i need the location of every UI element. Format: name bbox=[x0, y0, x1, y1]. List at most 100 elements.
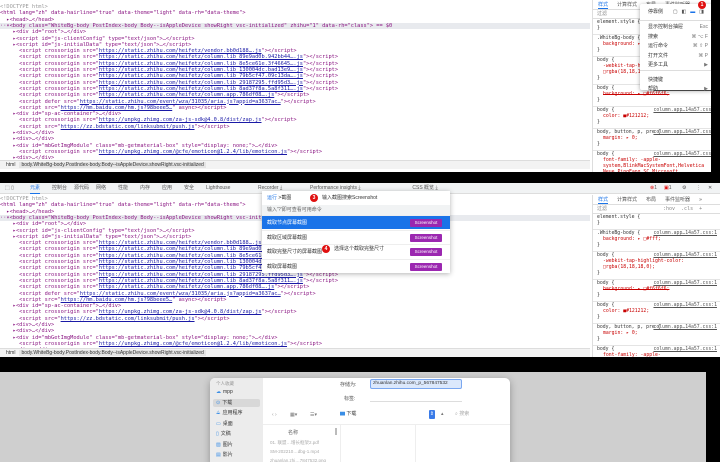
menu-item[interactable]: 帮助 ▶ bbox=[648, 85, 708, 93]
devtools-tab[interactable]: 网络 bbox=[96, 183, 106, 194]
resource-link[interactable]: https://zz.bdstatic.com/linksubmit/push.… bbox=[61, 124, 195, 130]
name-column-header[interactable]: 名称 bbox=[288, 429, 298, 436]
devtools-tab[interactable]: 控制台 bbox=[52, 183, 67, 194]
settings-gear-icon[interactable]: ⚙ bbox=[682, 183, 686, 194]
resource-link[interactable]: https://static.zhihu.com/heifetz/column.… bbox=[99, 92, 274, 98]
styles-tab[interactable]: 布局 bbox=[646, 195, 656, 204]
css-source-link[interactable]: column.app…14a57.css:1 bbox=[653, 347, 717, 353]
dom-node-markup: ▸<div>…</div> bbox=[0, 322, 55, 328]
css-source-link[interactable]: column.app…14a57.css:1 bbox=[653, 253, 717, 259]
menu-item[interactable]: 搜索 ⌘ ⌥ F bbox=[648, 33, 708, 41]
sidebar-item[interactable]: ▤ 影片 bbox=[213, 451, 260, 459]
expand-button[interactable]: ▴ bbox=[441, 411, 444, 417]
css-source-link[interactable]: column.app…14a57.css:1 bbox=[653, 325, 717, 331]
resource-link[interactable]: https://zz.bdstatic.com/linksubmit/push.… bbox=[61, 316, 195, 322]
css-property[interactable]: Neue,PingFang SC,Microsoft bbox=[597, 170, 711, 172]
resource-link[interactable]: https://unpkg.zhimg.com/@cfe/emoticon@1.… bbox=[99, 149, 287, 155]
resource-link[interactable]: https://static.zhihu.com/heifetz/vendor.… bbox=[99, 240, 262, 246]
resource-link[interactable]: https://static.zhihu.com/heifetz/column.… bbox=[99, 73, 303, 79]
filter-input[interactable]: 过滤 bbox=[597, 205, 657, 213]
command-item[interactable]: 截取区域屏幕截图 Screenshot bbox=[262, 229, 450, 244]
resource-link[interactable]: https://static.zhihu.com/heifetz/vendor.… bbox=[99, 48, 262, 54]
breadcrumb-body[interactable]: body.WhiteBg-body.PostIndex-body.Body--i… bbox=[19, 350, 206, 356]
sidebar-item[interactable]: ▭ 桌面 bbox=[213, 420, 260, 428]
css-source-link[interactable]: column.app…14a57.css:1 bbox=[653, 152, 711, 158]
devtools-tab[interactable]: Lighthouse bbox=[206, 183, 230, 194]
menu-item[interactable]: 更多工具 ▶ bbox=[648, 61, 708, 69]
cls-toggle[interactable]: .cls bbox=[681, 205, 693, 213]
resource-link[interactable]: https://static.zhihu.com/event/wza/31035… bbox=[80, 291, 281, 297]
resource-link[interactable]: https://static.zhihu.com/heifetz/column.… bbox=[99, 54, 303, 60]
back-forward-buttons[interactable]: ‹ › bbox=[272, 412, 277, 418]
close-icon[interactable]: ✕ bbox=[708, 183, 712, 194]
column-resize-handle[interactable] bbox=[335, 428, 337, 435]
view-mode-button[interactable]: ▦▾ bbox=[290, 412, 297, 418]
styles-tab[interactable]: 样式 bbox=[598, 0, 609, 9]
menu-item[interactable]: 打开文件 ⌘ P bbox=[648, 52, 708, 60]
resource-link[interactable]: https://static.zhihu.com/heifetz/column.… bbox=[99, 284, 274, 290]
resource-link[interactable]: https://hm.baidu.com/hm.js?98beee5… bbox=[61, 297, 173, 303]
css-source-link[interactable]: column.app…14a57.css:1 bbox=[653, 108, 711, 114]
devtools-tab[interactable]: 元素 bbox=[30, 183, 41, 194]
devtools-tab[interactable]: 安全 bbox=[184, 183, 194, 194]
resource-link[interactable]: https://static.zhihu.com/heifetz/column.… bbox=[99, 80, 303, 86]
sidebar-item[interactable]: ▯ 文稿 bbox=[213, 430, 260, 438]
resource-link[interactable]: https://unpkg.zhimg.com/@cfe/emoticon@1.… bbox=[99, 341, 287, 347]
styles-tab[interactable]: 计算样式 bbox=[617, 0, 637, 9]
tags-input[interactable] bbox=[370, 401, 462, 402]
menu-item[interactable]: 显示控制台抽屉 Esc bbox=[648, 23, 708, 31]
css-source-link[interactable]: column.app…14a57.css:1 bbox=[653, 281, 717, 287]
command-item[interactable]: 截取节点屏幕截图 Screenshot bbox=[262, 215, 450, 229]
group-button[interactable]: ☰▾ bbox=[310, 412, 317, 418]
screenshot-button[interactable]: Screenshot bbox=[410, 248, 442, 256]
save-as-input[interactable]: zhuanlan.zhihu.com_p_567847532 bbox=[370, 379, 462, 389]
css-source-link[interactable]: column.app…14a57.css:1 bbox=[653, 303, 717, 309]
warning-count[interactable]: ▣1 bbox=[664, 183, 672, 194]
error-count[interactable]: ⊗1 bbox=[650, 183, 657, 194]
screenshot-button[interactable]: Screenshot bbox=[410, 233, 442, 242]
new-rule-button[interactable]: + bbox=[699, 205, 702, 213]
search-field[interactable]: ⌕ 搜索 bbox=[455, 410, 507, 419]
resource-link[interactable]: https://hm.baidu.com/hm.js?98beee5… bbox=[61, 105, 173, 111]
breadcrumb-html[interactable]: html bbox=[6, 162, 15, 168]
devtools-tab[interactable]: 性能 bbox=[118, 183, 128, 194]
styles-filter[interactable]: 过滤 :hov .cls + bbox=[593, 205, 720, 214]
resource-link[interactable]: https://unpkg.zhimg.com/za-js-sdk@4.0.8/… bbox=[99, 309, 262, 315]
css-source-link[interactable]: column.app…14a57.css:1 bbox=[653, 231, 717, 237]
sidebar-item[interactable]: ▨ 图片 bbox=[213, 441, 260, 449]
styles-tab[interactable]: 样式 bbox=[598, 195, 609, 204]
devtools-tab[interactable]: 源代码 bbox=[74, 183, 89, 194]
styles-tab[interactable]: 计算样式 bbox=[617, 195, 637, 204]
sidebar-item[interactable]: ⊙ 下载 bbox=[213, 398, 260, 407]
dock-position-icons[interactable]: ▢◧▬◨ bbox=[673, 8, 708, 16]
file-item[interactable]: SM-202210…dbg-1.mp4 bbox=[270, 449, 319, 454]
css-property[interactable]: font-family: -apple- bbox=[597, 353, 716, 357]
resource-link[interactable]: https://static.zhihu.com/heifetz/column.… bbox=[99, 67, 303, 73]
resource-link[interactable]: https://unpkg.zhimg.com/za-js-sdk@4.0.8/… bbox=[99, 117, 262, 123]
location-popup[interactable]: ▆ 下载 ⇕ bbox=[340, 410, 435, 419]
sidebar-item[interactable]: ☁ mpp bbox=[213, 388, 260, 396]
styles-tab[interactable]: » bbox=[699, 195, 702, 204]
file-item[interactable]: zhuanlan.zhi…7847532.png bbox=[270, 458, 326, 462]
breadcrumb-body[interactable]: body.WhiteBg-body.PostIndex-body.Body--i… bbox=[19, 162, 206, 168]
resource-link[interactable]: https://static.zhihu.com/heifetz/column.… bbox=[99, 86, 303, 92]
inspect-element-icon[interactable]: ⬚ ▯ bbox=[5, 183, 14, 194]
hov-toggle[interactable]: :hov bbox=[663, 205, 675, 213]
command-item[interactable]: 截取屏幕截图 Screenshot bbox=[262, 258, 450, 273]
screenshot-button[interactable]: Screenshot bbox=[410, 219, 442, 227]
breadcrumb-html[interactable]: html bbox=[6, 350, 15, 356]
file-item[interactable]: 01. 联盟…增长框架2.pdf bbox=[270, 440, 319, 446]
resource-link[interactable]: https://static.zhihu.com/heifetz/column.… bbox=[99, 278, 303, 284]
menu-item[interactable]: 快捷键 bbox=[648, 76, 708, 84]
menu-item[interactable]: 运行命令 ⌘ ⇧ P bbox=[648, 42, 708, 50]
resource-link[interactable]: https://static.zhihu.com/event/wza/31035… bbox=[80, 99, 281, 105]
screenshot-button[interactable]: Screenshot bbox=[410, 262, 442, 271]
more-vert-icon[interactable]: ⋮ bbox=[696, 183, 701, 194]
devtools-tab[interactable]: 应用 bbox=[162, 183, 172, 194]
styles-tab[interactable]: 事件监听器 bbox=[665, 195, 690, 204]
resource-link[interactable]: https://static.zhihu.com/heifetz/column.… bbox=[99, 61, 303, 67]
sidebar-item[interactable]: ⟁ 应用程序 bbox=[213, 409, 260, 417]
command-input[interactable]: 运行 >截图 3 输入截图搜索Screenshot bbox=[262, 191, 450, 205]
devtools-tab[interactable]: 内存 bbox=[140, 183, 150, 194]
css-source-link[interactable]: column.app…14a57.css:1 bbox=[653, 130, 711, 136]
